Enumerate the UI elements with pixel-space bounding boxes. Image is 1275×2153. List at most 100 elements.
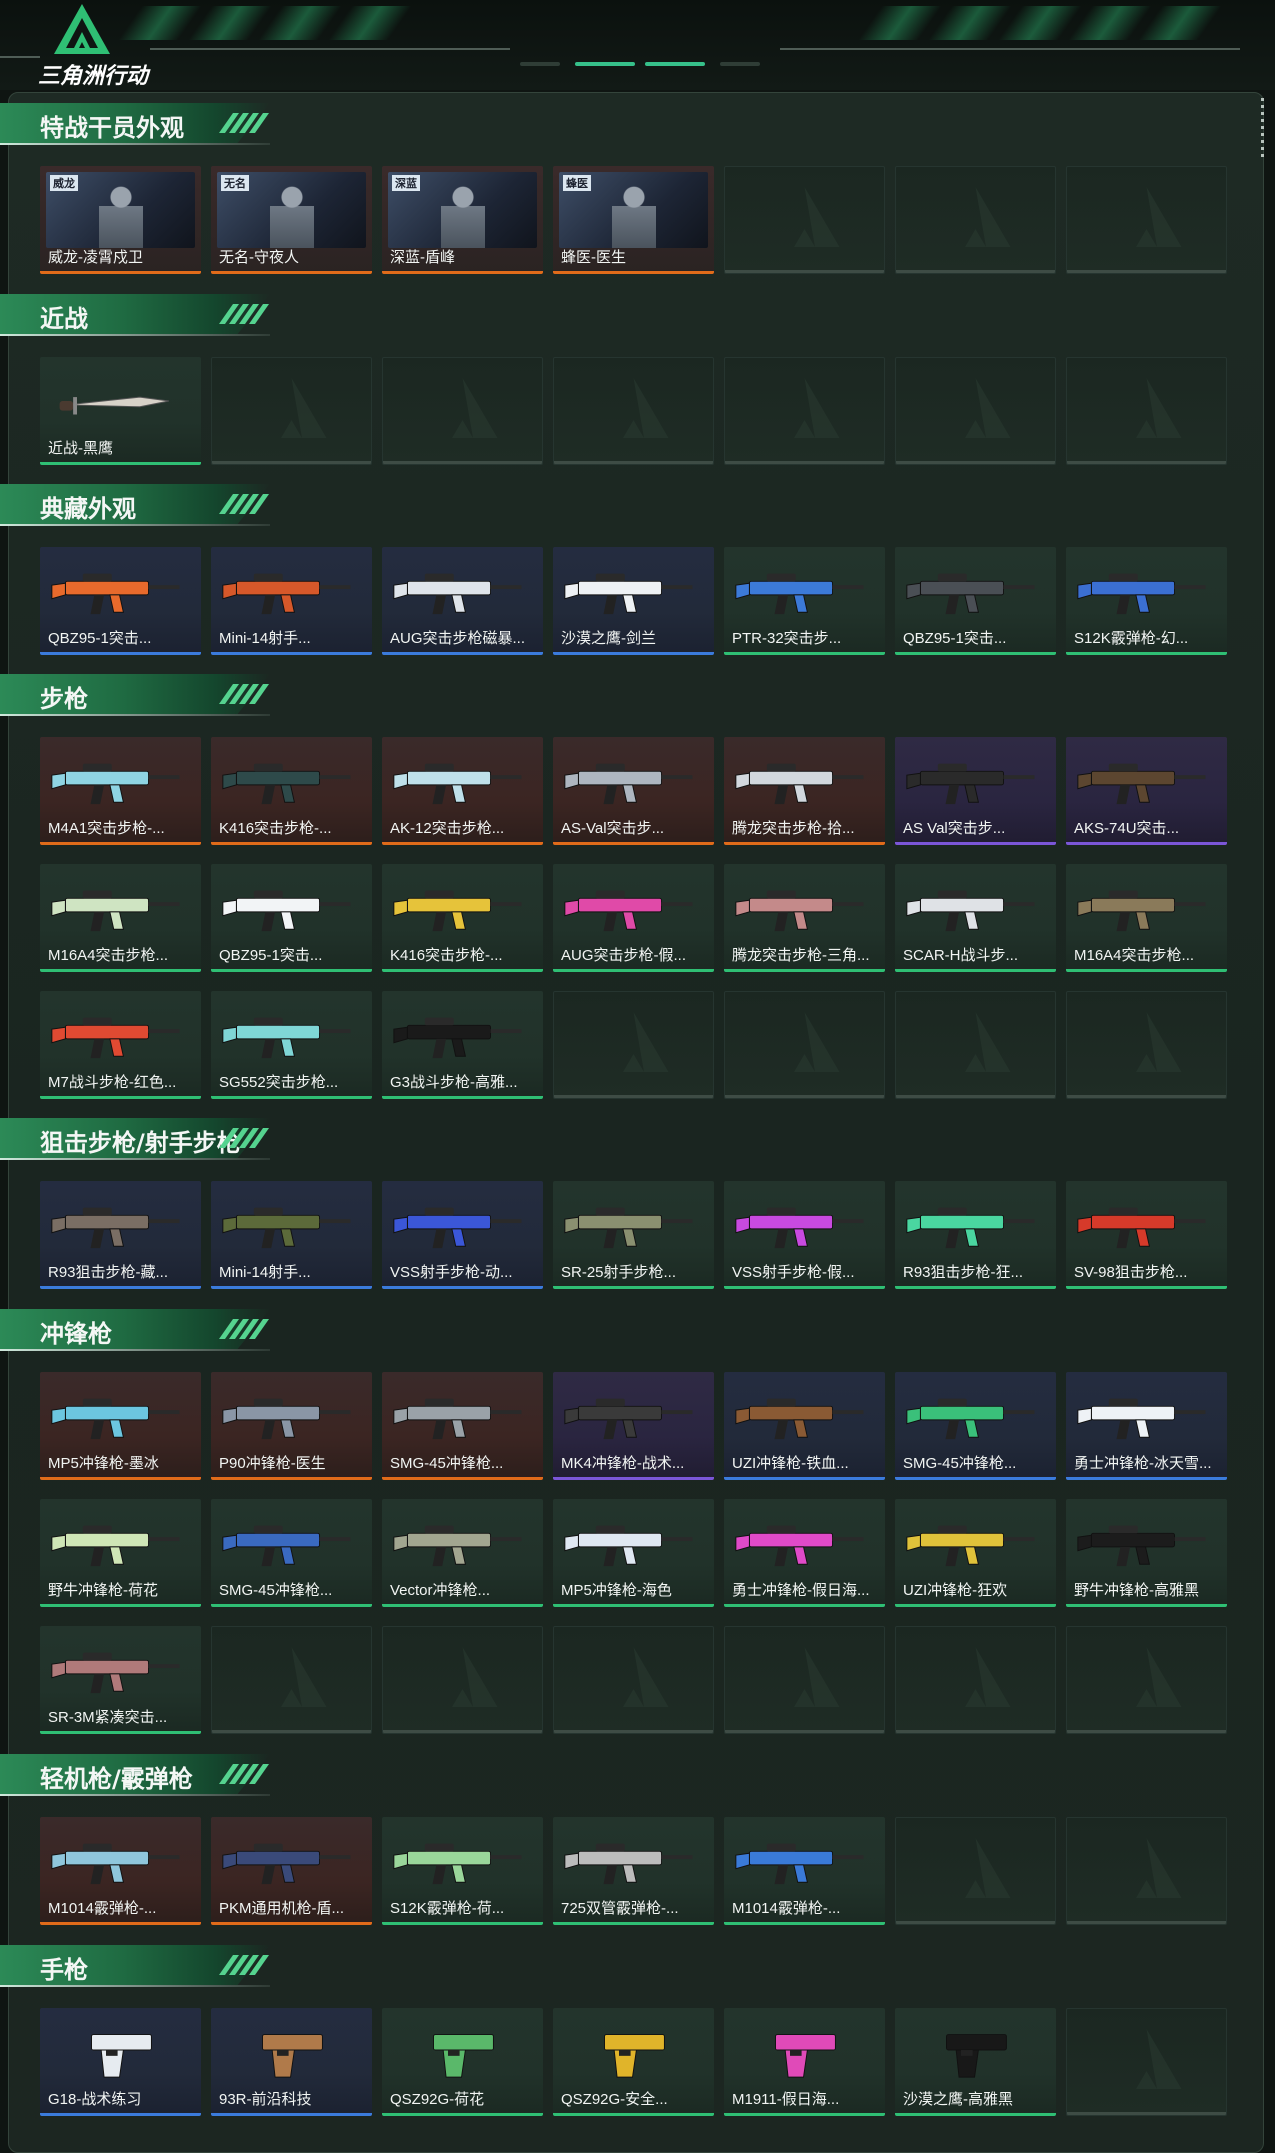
skin-card[interactable]: SMG-45冲锋枪...	[211, 1499, 372, 1607]
skin-card[interactable]: G18-战术练习	[40, 2008, 201, 2116]
skin-card[interactable]: Mini-14射手...	[211, 1181, 372, 1289]
skin-card[interactable]: SMG-45冲锋枪...	[895, 1372, 1056, 1480]
rarity-bar	[553, 652, 714, 655]
banner-line	[780, 48, 1240, 50]
skin-card[interactable]: P90冲锋枪-医生	[211, 1372, 372, 1480]
skin-card[interactable]: QBZ95-1突击...	[895, 547, 1056, 655]
skin-card[interactable]: SR-25射手步枪...	[553, 1181, 714, 1289]
skin-card[interactable]: AUG突击步枪磁暴...	[382, 547, 543, 655]
skin-card[interactable]: S12K霰弹枪-荷...	[382, 1817, 543, 1925]
weapon-art	[219, 745, 364, 815]
banner-stripe	[928, 6, 1012, 40]
skin-card[interactable]: 无名 无名-守夜人	[211, 166, 372, 274]
skin-card[interactable]: PTR-32突击步...	[724, 547, 885, 655]
skin-card[interactable]: PKM通用机枪-盾...	[211, 1817, 372, 1925]
skin-card[interactable]: R93狙击步枪-狂...	[895, 1181, 1056, 1289]
skin-card[interactable]: 腾龙突击步枪-三角...	[724, 864, 885, 972]
skin-card[interactable]: QSZ92G-荷花	[382, 2008, 543, 2116]
skin-card[interactable]: MP5冲锋枪-墨冰	[40, 1372, 201, 1480]
weapon-art	[219, 872, 364, 942]
slot-bottom-line	[1067, 270, 1226, 273]
weapon-art	[48, 1189, 193, 1259]
weapon-art	[48, 872, 193, 942]
skin-card[interactable]: AK-12突击步枪...	[382, 737, 543, 845]
weapon-icon	[735, 890, 864, 932]
skin-card[interactable]: VSS射手步枪-动...	[382, 1181, 543, 1289]
skin-name: M1014霰弹枪-...	[732, 1900, 841, 1917]
skin-card[interactable]: Vector冲锋枪...	[382, 1499, 543, 1607]
skin-card[interactable]: SG552突击步枪...	[211, 991, 372, 1099]
skin-card[interactable]: M16A4突击步枪...	[40, 864, 201, 972]
rarity-bar	[211, 271, 372, 274]
rarity-bar	[724, 1477, 885, 1480]
skin-card[interactable]: QSZ92G-安全...	[553, 2008, 714, 2116]
skin-card[interactable]: M16A4突击步枪...	[1066, 864, 1227, 972]
scroll-indicator[interactable]	[1261, 98, 1264, 158]
weapon-icon	[564, 890, 693, 932]
skin-card[interactable]: MP5冲锋枪-海色	[553, 1499, 714, 1607]
skin-card[interactable]: 野牛冲锋枪-高雅黑	[1066, 1499, 1227, 1607]
operator-badge: 深蓝	[392, 175, 420, 191]
skin-card[interactable]: SCAR-H战斗步...	[895, 864, 1056, 972]
skin-card[interactable]: 蜂医 蜂医-医生	[553, 166, 714, 274]
header-underline	[0, 1794, 270, 1796]
skin-name: AUG突击步枪-假...	[561, 947, 687, 964]
header-underline	[0, 714, 270, 716]
skin-card[interactable]: 勇士冲锋枪-假日海...	[724, 1499, 885, 1607]
skin-name: G3战斗步枪-高雅...	[390, 1074, 518, 1091]
skin-card[interactable]: AUG突击步枪-假...	[553, 864, 714, 972]
rarity-bar	[211, 1922, 372, 1925]
skin-card[interactable]: K416突击步枪-...	[382, 864, 543, 972]
weapon-art	[903, 2016, 1048, 2086]
rarity-bar	[724, 969, 885, 972]
slot-bottom-line	[212, 461, 371, 464]
skin-card[interactable]: SV-98狙击步枪...	[1066, 1181, 1227, 1289]
skin-card[interactable]: 威龙 威龙-凌霄戍卫	[40, 166, 201, 274]
skin-card[interactable]: M7战斗步枪-红色...	[40, 991, 201, 1099]
empty-slot	[895, 1817, 1056, 1925]
skin-card[interactable]: Mini-14射手...	[211, 547, 372, 655]
rarity-bar	[40, 1604, 201, 1607]
operator-badge: 蜂医	[563, 175, 591, 191]
skin-card[interactable]: AS Val突击步...	[895, 737, 1056, 845]
skin-card[interactable]: SR-3M紧凑突击...	[40, 1626, 201, 1734]
skin-card[interactable]: QBZ95-1突击...	[211, 864, 372, 972]
skin-card[interactable]: 深蓝 深蓝-盾峰	[382, 166, 543, 274]
skin-card[interactable]: M1014霰弹枪-...	[724, 1817, 885, 1925]
weapon-art	[732, 745, 877, 815]
skin-name: Vector冲锋枪...	[390, 1582, 491, 1599]
skin-card[interactable]: QBZ95-1突击...	[40, 547, 201, 655]
skin-card[interactable]: AKS-74U突击...	[1066, 737, 1227, 845]
skin-name: AK-12突击步枪...	[390, 820, 505, 837]
skin-card[interactable]: UZI冲锋枪-铁血...	[724, 1372, 885, 1480]
skin-card[interactable]: MK4冲锋枪-战术...	[553, 1372, 714, 1480]
skin-card[interactable]: M1014霰弹枪-...	[40, 1817, 201, 1925]
skin-card[interactable]: R93狙击步枪-藏...	[40, 1181, 201, 1289]
delta-watermark-icon	[940, 187, 1011, 247]
skin-card[interactable]: AS-Val突击步...	[553, 737, 714, 845]
skin-card[interactable]: UZI冲锋枪-狂欢	[895, 1499, 1056, 1607]
skin-card[interactable]: 沙漠之鹰-剑兰	[553, 547, 714, 655]
header-underline	[0, 143, 270, 145]
skin-card[interactable]: G3战斗步枪-高雅...	[382, 991, 543, 1099]
skin-card[interactable]: 93R-前沿科技	[211, 2008, 372, 2116]
skin-card[interactable]: 725双管霰弹枪-...	[553, 1817, 714, 1925]
skin-card[interactable]: M4A1突击步枪-...	[40, 737, 201, 845]
skin-card[interactable]: 野牛冲锋枪-荷花	[40, 1499, 201, 1607]
delta-watermark-icon	[1111, 2029, 1182, 2089]
skin-card[interactable]: SMG-45冲锋枪...	[382, 1372, 543, 1480]
skin-card[interactable]: VSS射手步枪-假...	[724, 1181, 885, 1289]
skin-card[interactable]: 勇士冲锋枪-冰天雪...	[1066, 1372, 1227, 1480]
section-title: 步枪	[40, 685, 88, 713]
slot-bottom-line	[383, 461, 542, 464]
weapon-icon	[735, 1525, 864, 1567]
banner-stripe	[1138, 6, 1222, 40]
skin-card[interactable]: S12K霰弹枪-幻...	[1066, 547, 1227, 655]
skin-card[interactable]: 沙漠之鹰-高雅黑	[895, 2008, 1056, 2116]
weapon-art	[732, 1189, 877, 1259]
weapon-art	[1074, 1189, 1219, 1259]
skin-card[interactable]: M1911-假日海...	[724, 2008, 885, 2116]
skin-card[interactable]: 腾龙突击步枪-拾...	[724, 737, 885, 845]
skin-card[interactable]: K416突击步枪-...	[211, 737, 372, 845]
skin-card[interactable]: 近战-黑鹰	[40, 357, 201, 465]
